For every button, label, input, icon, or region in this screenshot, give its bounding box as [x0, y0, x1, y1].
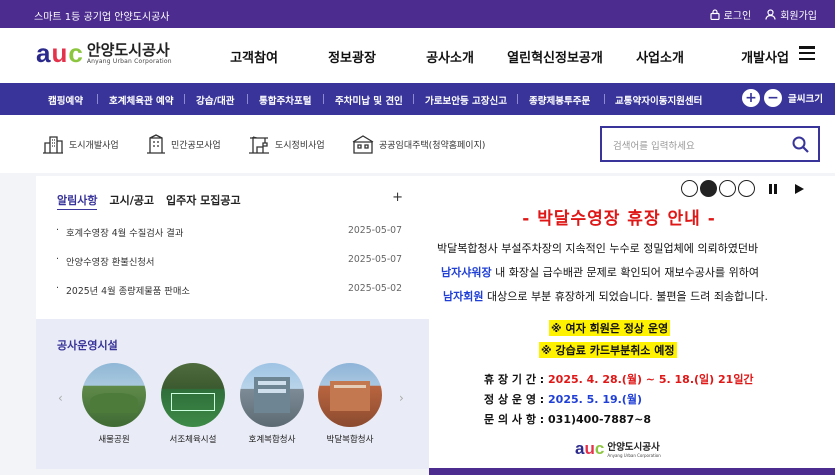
shortcut-private-contest[interactable]: 민간공모사업 [146, 134, 221, 154]
building-icon [147, 134, 165, 154]
popup-banner: - 박달수영장 휴장 안내 - 박달복합청사 부설주차장의 지속적인 누수로 정… [429, 176, 835, 475]
slide-dot[interactable] [681, 180, 698, 197]
info-closure-period: 휴 장 기 간 : 2025. 4. 28.(월) ~ 5. 18.(일) 21… [484, 373, 754, 386]
gnb-item-about[interactable]: 공사소개 [401, 47, 499, 66]
facility-photo [318, 363, 382, 427]
facility-caption: 새물공원 [98, 435, 130, 445]
note-women-normal: ※ 여자 회원은 정상 운영 [549, 320, 671, 336]
quick-item-lessons[interactable]: 강습/대관 [196, 93, 234, 107]
shortcut-label: 민간공모사업 [171, 140, 221, 151]
facility-item[interactable]: 새물공원 [82, 363, 146, 445]
slide-dot[interactable] [738, 180, 755, 197]
gnb-item-info[interactable]: 정보광장 [303, 47, 401, 66]
popup-line-2: 남자샤워장 내 화장실 급수배관 문제로 확인되어 재보수공사를 위하여 [441, 266, 759, 279]
join-label: 회원가입 [780, 11, 817, 22]
more-button[interactable]: + [392, 190, 403, 205]
user-icon [765, 9, 776, 20]
tab-notices[interactable]: 알림사항 [57, 192, 98, 210]
quick-item-streetlight[interactable]: 가로보안등 고장신고 [425, 93, 507, 107]
global-nav: 고객참여 정보광장 공사소개 열린혁신정보공개 사업소개 개발사업 [205, 47, 821, 66]
popup-logo: auc 안양도시공사 Anyang Urban Corporation [575, 439, 661, 458]
top-utility-bar: 스마트 1등 공기업 안양도시공사 로그인 회원가입 [0, 0, 835, 28]
note-card-refund: ※ 강습료 카드부분취소 예정 [539, 342, 677, 358]
notice-panel: 알림사항 고시/공고 입주자 모집공고 + · 호계수영장 4월 수질검사 결과… [36, 176, 429, 319]
play-icon[interactable] [795, 184, 804, 194]
login-label: 로그인 [723, 11, 752, 22]
facilities-title: 공사운영시설 [57, 339, 118, 352]
notice-title: 안양수영장 환불신청서 [66, 257, 155, 268]
logo-name-en: Anyang Urban Corporation [86, 57, 172, 65]
shortcut-label: 도시개발사업 [69, 140, 119, 151]
search-icon[interactable] [792, 136, 809, 153]
facility-caption: 박달복합청사 [326, 435, 374, 445]
font-size-label: 글씨크기 [788, 94, 823, 105]
quick-link-bar: 캠핑예약 호계체육관 예약 강습/대관 통합주차포털 주차미납 및 견인 가로보… [0, 83, 835, 115]
quick-item-camping[interactable]: 캠핑예약 [48, 93, 83, 107]
notice-date: 2025-05-02 [347, 283, 402, 294]
facility-caption: 호계복합청사 [248, 435, 296, 445]
facility-photo [240, 363, 304, 427]
facility-caption: 서조체육시설 [169, 435, 217, 445]
popup-line-3: 남자회원 대상으로 부분 휴장하게 되었습니다. 불편을 드려 죄송합니다. [443, 290, 768, 303]
gnb-item-customer[interactable]: 고객참여 [205, 47, 303, 66]
lock-icon [709, 9, 720, 20]
shortcut-label: 공공임대주택(청약홈페이지) [379, 140, 486, 151]
gnb-item-business[interactable]: 사업소개 [611, 47, 709, 66]
logo-mark: auc [575, 439, 605, 458]
search-input[interactable]: 검색어를 입력하세요 [613, 138, 695, 152]
slide-dot-active[interactable] [700, 180, 717, 197]
prev-arrow-icon[interactable]: ‹ [58, 391, 63, 405]
highlight-text: 남자샤워장 [441, 266, 492, 279]
city-icon [43, 136, 63, 154]
shortcut-urban-renewal[interactable]: 도시정비사업 [248, 134, 325, 154]
search-box[interactable]: 검색어를 입력하세요 [600, 126, 820, 162]
slide-dot[interactable] [719, 180, 736, 197]
hamburger-icon[interactable] [799, 46, 815, 60]
crane-icon [249, 136, 269, 154]
tab-announcements[interactable]: 고시/공고 [109, 192, 154, 210]
logo-name-en: Anyang Urban Corporation [607, 453, 661, 458]
facility-item[interactable]: 박달복합청사 [318, 363, 382, 445]
gnb-item-open-innovation[interactable]: 열린혁신정보공개 [499, 47, 611, 66]
join-link[interactable]: 회원가입 [765, 7, 817, 22]
quick-item-gym[interactable]: 호계체육관 예약 [109, 93, 174, 107]
shortcut-public-rental[interactable]: 공공임대주택(청약홈페이지) [352, 134, 485, 154]
tab-tenant-recruitment[interactable]: 입주자 모집공고 [166, 192, 241, 210]
house-icon [352, 135, 374, 154]
info-contact: 문 의 사 항 : 031)400-7887~8 [484, 413, 652, 426]
slide-indicator [681, 180, 755, 197]
main-header: auc 안양도시공사 Anyang Urban Corporation 고객참여… [0, 28, 835, 83]
facility-item[interactable]: 호계복합청사 [240, 363, 304, 445]
quick-item-parking[interactable]: 통합주차포털 [259, 93, 311, 107]
site-logo[interactable]: auc 안양도시공사 Anyang Urban Corporation [36, 40, 172, 66]
quick-item-bag-order[interactable]: 종량제봉투주문 [529, 93, 590, 107]
shortcut-label: 도시정비사업 [275, 140, 325, 151]
zoom-out-button[interactable]: − [764, 89, 783, 107]
notice-date: 2025-05-07 [347, 254, 402, 265]
quick-item-mobility[interactable]: 교통약자이동지원센터 [615, 93, 702, 107]
popup-line-1: 박달복합청사 부설주차장의 지속적인 누수로 정밀업체에 의뢰하였던바 [437, 242, 759, 255]
slogan: 스마트 1등 공기업 안양도시공사 [34, 12, 170, 23]
popup-bottom-bar [429, 468, 835, 475]
logo-mark: auc [36, 38, 83, 68]
popup-title: - 박달수영장 휴장 안내 - [522, 209, 716, 229]
facility-item[interactable]: 서조체육시설 [161, 363, 225, 445]
login-link[interactable]: 로그인 [709, 7, 752, 22]
next-arrow-icon[interactable]: › [399, 391, 404, 405]
logo-name-kr: 안양도시공사 [86, 40, 170, 59]
facilities-panel: 공사운영시설 ‹ › 새물공원 서조체육시설 호계복합청사 박달복합청사 [36, 319, 429, 469]
notice-title: 호계수영장 4월 수질검사 결과 [66, 228, 184, 239]
facility-photo [161, 363, 225, 427]
notice-title: 2025년 4월 종량제물품 판매소 [66, 286, 190, 297]
logo-name-kr: 안양도시공사 [607, 442, 660, 453]
info-normal-operation: 정 상 운 영 : 2025. 5. 19.(월) [484, 393, 642, 406]
notice-date: 2025-05-07 [347, 225, 402, 236]
pause-icon[interactable] [769, 184, 777, 194]
facility-photo [82, 363, 146, 427]
zoom-in-button[interactable]: + [742, 89, 761, 107]
quick-item-towing[interactable]: 주차미납 및 견인 [335, 93, 403, 107]
highlight-text: 남자회원 [443, 290, 484, 303]
shortcut-city-development[interactable]: 도시개발사업 [42, 134, 119, 154]
